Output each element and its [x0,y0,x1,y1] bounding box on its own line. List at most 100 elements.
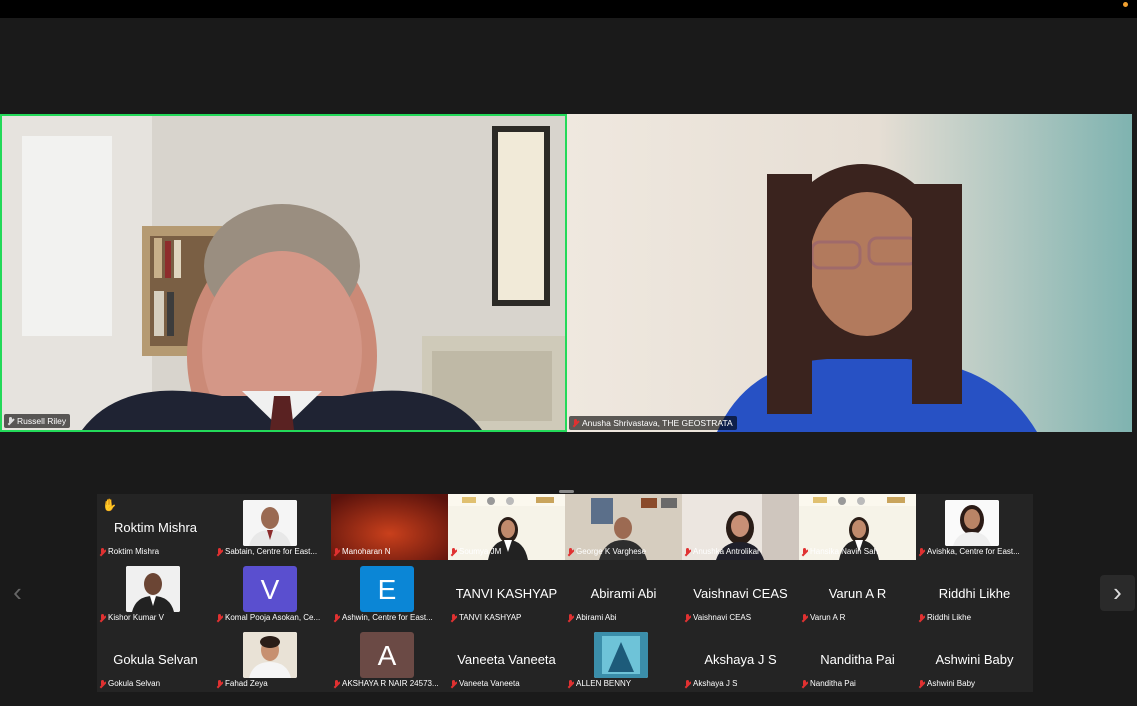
mic-muted-icon [801,679,808,689]
participant-tile[interactable]: Fahad Zeya [214,626,331,692]
mic-muted-icon [918,679,925,689]
mic-muted-icon [333,679,340,689]
participant-tile[interactable]: V Komal Pooja Asokan, Ce... [214,560,331,626]
chevron-left-icon: ‹ [13,577,22,607]
mic-muted-icon [567,679,574,689]
speaker-video-frame [2,116,565,430]
participant-name-label: Soumya JM [459,547,502,556]
participant-name-tag: ALLEN BENNY [567,678,631,690]
participant-name-tag: Sabtain, Centre for East... [216,546,317,558]
participant-name-tag: TANVI KASHYAP [450,612,521,624]
participant-name-label: Fahad Zeya [225,679,268,688]
gallery-next-page-button[interactable]: › [1100,575,1135,611]
participant-name-tag: AKSHAYA R NAIR 24573... [333,678,439,690]
participant-name-label: Akshaya J S [693,679,738,688]
participant-tile[interactable]: ALLEN BENNY [565,626,682,692]
gallery-prev-page-button[interactable]: ‹ [0,575,35,611]
participant-tile[interactable]: George K Varghese [565,494,682,560]
mic-muted-icon [684,613,691,623]
mic-muted-icon [333,613,340,623]
participant-display-name: Akshaya J S [704,652,777,667]
participant-name-tag: Anushka Antrolikar [684,546,760,558]
participant-name-tag: Komal Pooja Asokan, Ce... [216,612,320,624]
speaker-video-frame [567,114,1132,432]
participant-tile[interactable]: Riddhi Likhe Riddhi Likhe [916,560,1033,626]
participant-tile[interactable]: Roktim Mishra ✋ Roktim Mishra [97,494,214,560]
participant-tile[interactable]: Avishka, Centre for East... [916,494,1033,560]
participant-display-name: Riddhi Likhe [938,586,1011,601]
mic-on-icon [7,416,14,426]
participant-display-name: Vaishnavi CEAS [693,586,788,601]
participant-tile[interactable]: Vaishnavi CEAS Vaishnavi CEAS [682,560,799,626]
participant-tile[interactable]: Gokula Selvan Gokula Selvan [97,626,214,692]
participant-tile[interactable]: Anushka Antrolikar [682,494,799,560]
speaker-name-label: Anusha Shrivastava, THE GEOSTRATA [582,418,733,428]
mic-muted-icon [450,679,457,689]
mic-muted-icon [99,613,106,623]
participant-name-label: Abirami Abi [576,613,617,622]
participant-tile[interactable]: A AKSHAYA R NAIR 24573... [331,626,448,692]
participant-profile-photo [243,632,297,678]
participant-name-tag: Akshaya J S [684,678,737,690]
speaker-video-tile-1[interactable]: Russell Riley [0,114,567,432]
participant-name-label: TANVI KASHYAP [459,613,522,622]
mic-muted-icon [567,613,574,623]
participant-name-tag: Ashwin, Centre for East... [333,612,433,624]
participant-name-label: Manoharan N [342,547,391,556]
recording-indicator-icon [1123,2,1128,7]
participant-tile[interactable]: TANVI KASHYAP TANVI KASHYAP [448,560,565,626]
participant-name-label: Komal Pooja Asokan, Ce... [225,613,321,622]
participant-name-label: Gokula Selvan [108,679,161,688]
participant-display-name: Abirami Abi [590,586,657,601]
mic-muted-icon [99,547,106,557]
participant-name-label: Varun A R [810,613,846,622]
participant-display-name: Nanditha Pai [820,652,895,667]
participant-tile[interactable]: Ashwini Baby Ashwini Baby [916,626,1033,692]
participant-tile[interactable]: Vaneeta Vaneeta Vaneeta Vaneeta [448,626,565,692]
participant-name-tag: Manoharan N [333,546,390,558]
participant-name-tag: Roktim Mishra [99,546,159,558]
speaker-name-tag: Russell Riley [4,414,71,428]
participant-tile[interactable]: E Ashwin, Centre for East... [331,560,448,626]
chevron-right-icon: › [1113,577,1122,607]
participant-display-name: Vaneeta Vaneeta [457,652,556,667]
mic-muted-icon [99,679,106,689]
participant-name-label: Anushka Antrolikar [693,547,760,556]
participant-tile[interactable]: Abirami Abi Abirami Abi [565,560,682,626]
gallery-resize-handle[interactable] [559,490,574,493]
mic-muted-icon [572,418,579,428]
participant-name-tag: Hansika Navin Sah [801,546,878,558]
participant-name-tag: Abirami Abi [567,612,616,624]
participant-name-label: Vaishnavi CEAS [693,613,752,622]
participant-tile[interactable]: Hansika Navin Sah [799,494,916,560]
mic-muted-icon [333,547,340,557]
participant-tile[interactable]: Manoharan N [331,494,448,560]
participant-tile[interactable]: Soumya JM [448,494,565,560]
participant-name-tag: Avishka, Centre for East... [918,546,1020,558]
participant-name-tag: Vaishnavi CEAS [684,612,751,624]
participant-name-label: Sabtain, Centre for East... [225,547,318,556]
participant-tile[interactable]: Nanditha Pai Nanditha Pai [799,626,916,692]
participant-name-tag: George K Varghese [567,546,646,558]
participant-tile[interactable]: Kishor Kumar V [97,560,214,626]
participant-display-name: Gokula Selvan [113,652,198,667]
mic-muted-icon [216,679,223,689]
speaker-name-tag: Anusha Shrivastava, THE GEOSTRATA [569,416,737,430]
participant-tile[interactable]: Akshaya J S Akshaya J S [682,626,799,692]
participant-tile[interactable]: Sabtain, Centre for East... [214,494,331,560]
participant-name-label: Vaneeta Vaneeta [459,679,520,688]
participant-profile-photo [594,632,648,678]
participant-name-tag: Gokula Selvan [99,678,160,690]
participant-name-label: Ashwini Baby [927,679,976,688]
participant-name-tag: Riddhi Likhe [918,612,971,624]
mic-muted-icon [450,547,457,557]
speaker-video-tile-2[interactable]: Anusha Shrivastava, THE GEOSTRATA [567,114,1132,432]
participant-name-label: Riddhi Likhe [927,613,972,622]
mic-muted-icon [684,679,691,689]
participant-avatar: E [360,566,414,612]
mic-muted-icon [684,547,691,557]
window-top-bar [0,0,1137,18]
participant-tile[interactable]: Varun A R Varun A R [799,560,916,626]
mic-muted-icon [918,613,925,623]
participant-name-tag: Varun A R [801,612,845,624]
